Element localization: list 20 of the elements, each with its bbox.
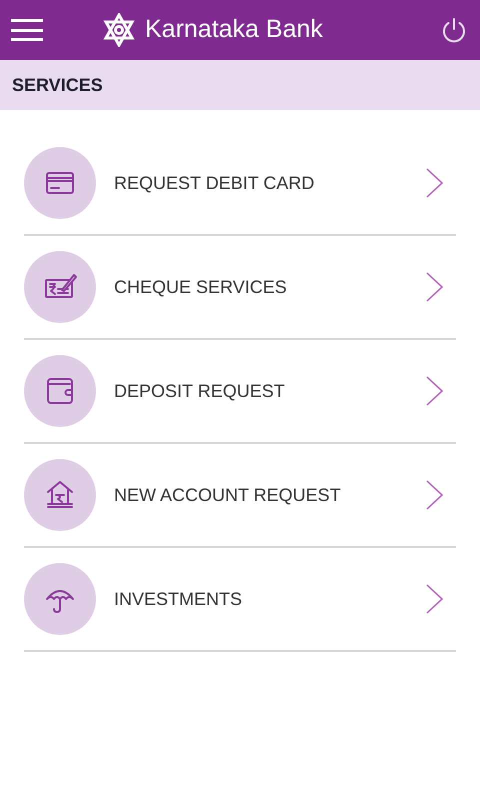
service-item[interactable]: DEPOSIT REQUEST — [24, 340, 456, 444]
service-item[interactable]: INVESTMENTS — [24, 548, 456, 652]
app-title: Karnataka Bank — [145, 14, 323, 46]
star-logo-icon — [103, 13, 135, 47]
service-label: DEPOSIT REQUEST — [114, 380, 286, 402]
section-title: SERVICES — [12, 74, 103, 96]
service-label: CHEQUE SERVICES — [114, 276, 288, 298]
chevron-right-icon — [426, 480, 443, 510]
menu-button[interactable] — [11, 18, 43, 42]
chevron-right-icon — [426, 376, 443, 406]
service-item[interactable]: NEW ACCOUNT REQUEST — [24, 444, 456, 548]
chevron-right-icon — [426, 168, 443, 198]
power-button[interactable] — [441, 17, 467, 43]
service-label: NEW ACCOUNT REQUEST — [114, 484, 342, 506]
service-label: REQUEST DEBIT CARD — [114, 172, 316, 194]
chevron-right-icon — [426, 272, 443, 302]
chevron-right-icon — [426, 584, 443, 614]
service-item[interactable]: CHEQUE SERVICES — [24, 236, 456, 340]
service-item[interactable]: REQUEST DEBIT CARD — [24, 132, 456, 236]
service-label: INVESTMENTS — [114, 588, 244, 610]
